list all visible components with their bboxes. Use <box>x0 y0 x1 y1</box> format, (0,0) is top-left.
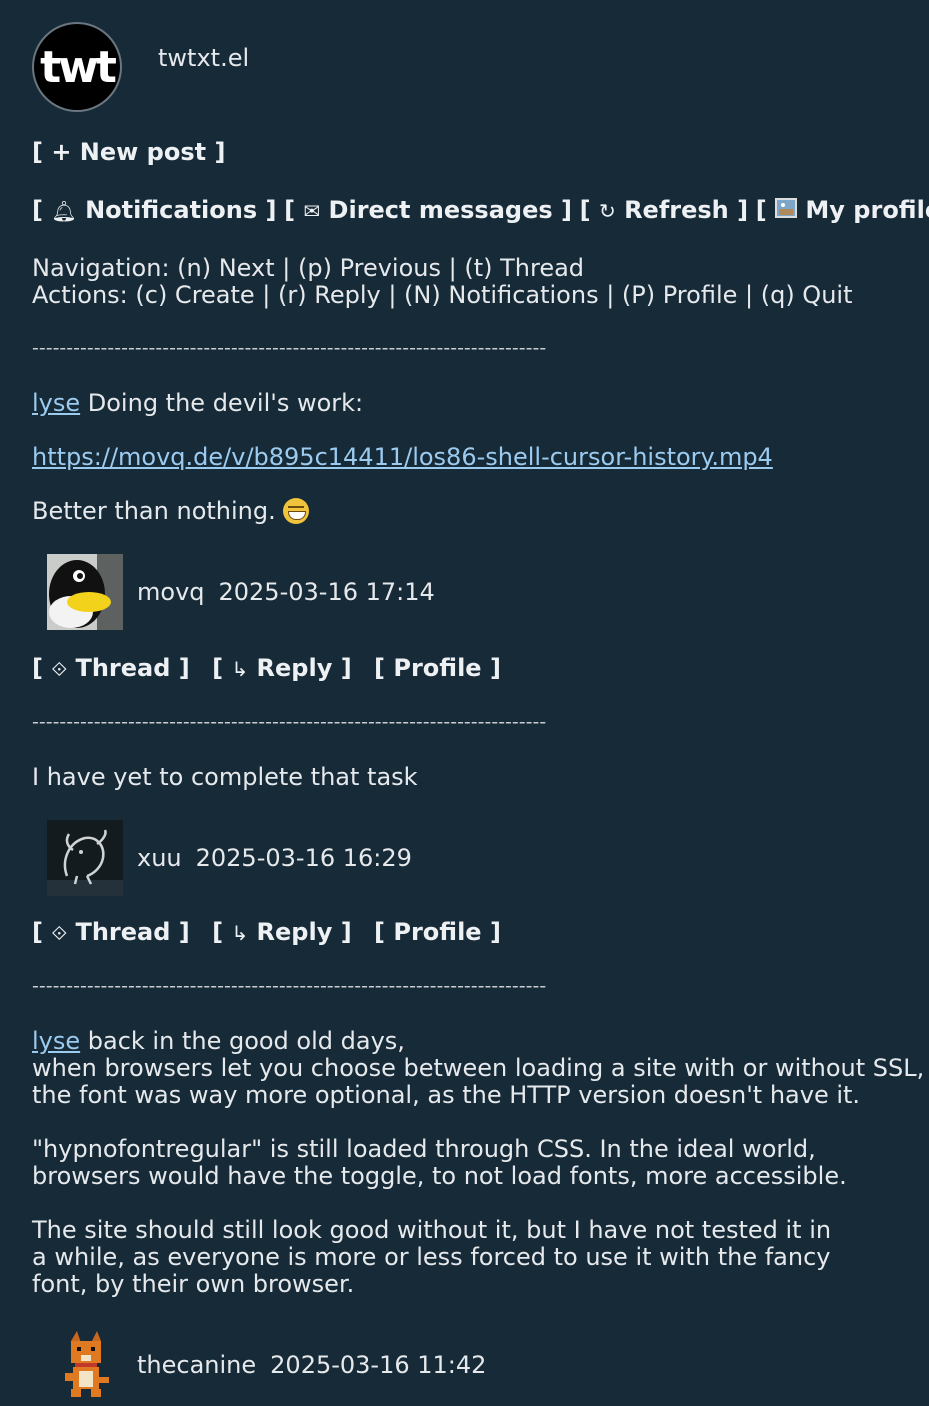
timestamp: 2025-03-16 17:14 <box>218 578 435 606</box>
post-author: movq 2025-03-16 17:14 <box>47 554 435 630</box>
actions-help: Actions: (c) Create | (r) Reply | (N) No… <box>32 281 853 309</box>
author-name[interactable]: xuu <box>137 844 182 872</box>
reply-arrow-icon: ↳ <box>231 657 249 681</box>
separator: ----------------------------------------… <box>32 975 547 997</box>
reply-arrow-icon: ↳ <box>231 921 249 945</box>
post-body: I have yet to complete that task <box>32 763 418 791</box>
timestamp: 2025-03-16 11:42 <box>270 1351 487 1379</box>
post-body: lyse Doing the devil's work: https://mov… <box>32 389 773 525</box>
avatar-xuu[interactable] <box>47 820 123 896</box>
picture-icon <box>775 198 798 223</box>
profile-button[interactable]: [ Profile ] <box>374 918 501 946</box>
timeline-page: twt twtxt.el [ + New post ] [ 🔔︎ Notific… <box>0 0 929 1406</box>
separator: ----------------------------------------… <box>32 711 547 733</box>
keybinding-help: Navigation: (n) Next | (p) Previous | (t… <box>32 255 853 309</box>
direct-messages-button[interactable]: [ ✉ Direct messages ] <box>284 196 572 224</box>
avatar-thecanine[interactable] <box>47 1327 123 1403</box>
reply-button[interactable]: [ ↳ Reply ] <box>212 654 352 682</box>
post-author: thecanine 2025-03-16 11:42 <box>47 1327 486 1403</box>
thread-button[interactable]: [ ⟐ Thread ] <box>32 918 190 946</box>
my-profile-button[interactable]: [ My profile ] <box>756 196 929 224</box>
post-author: xuu 2025-03-16 16:29 <box>47 820 412 896</box>
navigation-help: Navigation: (n) Next | (p) Previous | (t… <box>32 254 585 282</box>
author-name[interactable]: movq <box>137 578 205 606</box>
toolbar: [ 🔔︎ Notifications ] [ ✉ Direct messages… <box>32 196 929 224</box>
app-name: twtxt.el <box>158 44 250 72</box>
app-logo: twt <box>32 22 122 112</box>
header: twt twtxt.el <box>32 22 249 112</box>
thread-icon: ⟐ <box>51 921 68 945</box>
post-actions: [ ⟐ Thread ] [ ↳ Reply ] [ Profile ] <box>32 654 515 682</box>
profile-button[interactable]: [ Profile ] <box>374 654 501 682</box>
new-post-button[interactable]: [ + New post ] <box>32 138 225 166</box>
separator: ----------------------------------------… <box>32 337 547 359</box>
post-actions: [ ⟐ Thread ] [ ↳ Reply ] [ Profile ] <box>32 918 515 946</box>
envelope-icon: ✉ <box>303 199 321 223</box>
thread-button[interactable]: [ ⟐ Thread ] <box>32 654 190 682</box>
refresh-button[interactable]: [ ↻ Refresh ] <box>580 196 748 224</box>
reply-button[interactable]: [ ↳ Reply ] <box>212 918 352 946</box>
video-link[interactable]: https://movq.de/v/b895c14411/los86-shell… <box>32 443 773 471</box>
refresh-icon: ↻ <box>598 199 616 223</box>
thread-icon: ⟐ <box>51 657 68 681</box>
avatar-movq[interactable] <box>47 554 123 630</box>
post-body: lyse back in the good old days, when bro… <box>32 1027 925 1298</box>
author-name[interactable]: thecanine <box>137 1351 256 1379</box>
notifications-button[interactable]: [ 🔔︎ Notifications ] <box>32 196 276 224</box>
mention-link[interactable]: lyse <box>32 1027 80 1055</box>
mention-link[interactable]: lyse <box>32 389 80 417</box>
grinning-emoji-icon <box>283 498 310 524</box>
bell-icon: 🔔︎ <box>51 199 77 223</box>
timestamp: 2025-03-16 16:29 <box>195 844 412 872</box>
